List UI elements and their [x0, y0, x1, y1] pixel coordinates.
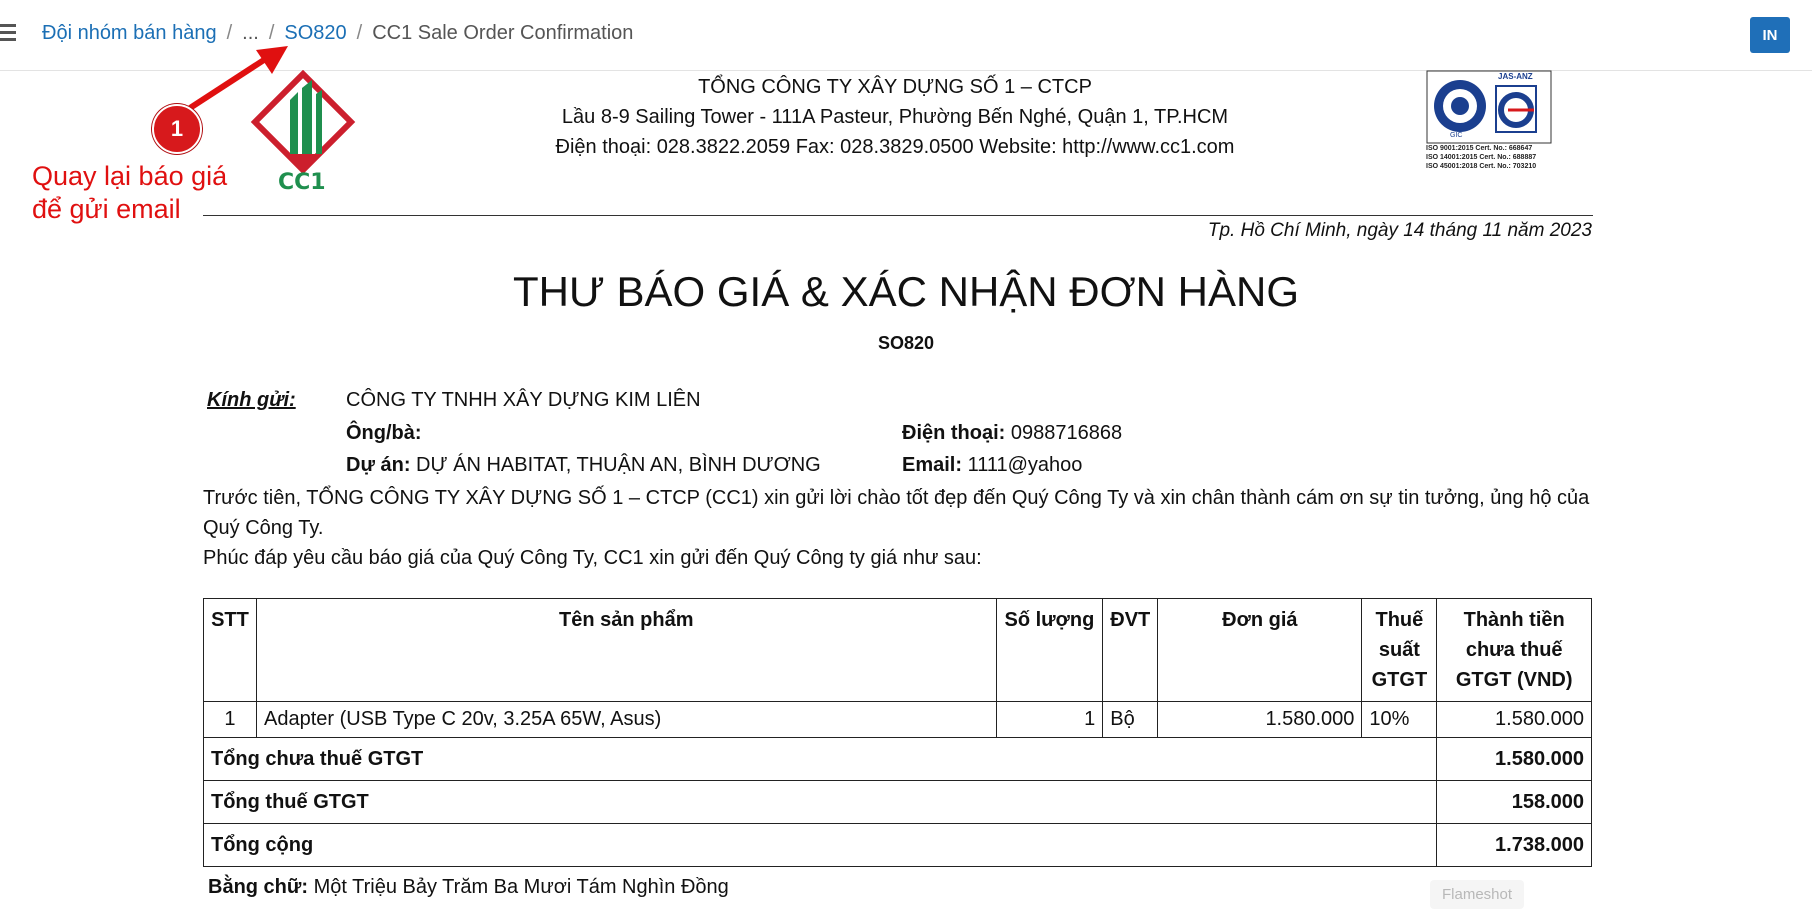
annotation-note: Quay lại báo giá để gửi email [32, 160, 227, 226]
iso-cert-line: ISO 14001:2015 Cert. No.: 688887 [1426, 154, 1537, 161]
cell-quantity: 1 [995, 701, 1104, 738]
phone-label: Điện thoại: [902, 422, 1006, 444]
project-value: DỰ ÁN HABITAT, THUẬN AN, BÌNH DƯƠNG [416, 454, 821, 476]
email-label: Email: [902, 454, 963, 476]
column-header-stt: STT [203, 598, 257, 702]
cell-stt: 1 [203, 701, 257, 738]
subtotal-row: Tổng chưa thuế GTGT 1.580.000 [202, 737, 1592, 781]
iso-cert-list: ISO 9001:2015 Cert. No.: 668647 ISO 1400… [1426, 144, 1536, 171]
cell-unit-price: 1.580.000 [1157, 701, 1363, 738]
email: Email: 1111@yahoo [902, 454, 1082, 477]
iso-cert-line: ISO 9001:2015 Cert. No.: 668647 [1426, 145, 1533, 152]
phone-value: 0988716868 [1010, 422, 1123, 444]
amount-in-words-label: Bằng chữ: [208, 876, 309, 898]
cell-amount: 1.580.000 [1436, 701, 1592, 738]
contact-person-label: Ông/bà: [346, 422, 422, 444]
grand-total-value: 1.738.000 [1436, 823, 1592, 867]
vat-total-row: Tổng thuế GTGT 158.000 [202, 780, 1592, 824]
project-label: Dự án: [346, 454, 411, 476]
column-header-unit-price: Đơn giá [1157, 598, 1363, 702]
project: Dự án: DỰ ÁN HABITAT, THUẬN AN, BÌNH DƯƠ… [346, 454, 821, 477]
company-contact: Điện thoại: 028.3822.2059 Fax: 028.3829.… [555, 136, 1235, 158]
subtotal-label: Tổng chưa thuế GTGT [202, 737, 1438, 781]
cell-product: Adapter (USB Type C 20v, 3.25A 65W, Asus… [255, 701, 997, 738]
breadcrumb-current: CC1 Sale Order Confirmation [372, 22, 634, 44]
phone: Điện thoại: 0988716868 [902, 422, 1122, 445]
column-header-vat-rate: Thuế suất GTGT [1361, 598, 1438, 702]
header-divider [203, 215, 1593, 216]
document-code: SO820 [877, 333, 935, 353]
company-logo: CC1 [250, 69, 356, 207]
contact-person: Ông/bà: [346, 422, 422, 445]
cell-unit: Bộ [1102, 701, 1159, 738]
vat-total-label: Tổng thuế GTGT [202, 780, 1438, 824]
column-header-amount: Thành tiền chưa thuế GTGT (VND) [1436, 598, 1592, 702]
table-row: 1 Adapter (USB Type C 20v, 3.25A 65W, As… [203, 701, 1592, 738]
iso-brand: GIC [1450, 132, 1463, 139]
logo-text: CC1 [278, 170, 326, 195]
amount-in-words-value: Một Triệu Bảy Trăm Ba Mươi Tám Nghìn Đồn… [313, 876, 729, 898]
company-name: TỔNG CÔNG TY XÂY DỰNG SỐ 1 – CTCP [698, 76, 1092, 98]
iso-cert-line: ISO 45001:2018 Cert. No.: 703210 [1426, 163, 1537, 170]
company-address: Lầu 8-9 Sailing Tower - 111A Pasteur, Ph… [561, 106, 1229, 128]
annotation-line: để gửi email [32, 194, 181, 224]
column-header-product: Tên sản phẩm [255, 598, 997, 702]
vat-total-value: 158.000 [1436, 780, 1592, 824]
cell-vat-rate: 10% [1361, 701, 1438, 738]
column-header-quantity: Số lượng [995, 598, 1104, 702]
subtotal-value: 1.580.000 [1436, 737, 1592, 781]
document-title: THƯ BÁO GIÁ & XÁC NHẬN ĐƠN HÀNG [513, 268, 1299, 315]
iso-certificate-badge: JAS-ANZ GIC ISO 9001:2015 Cert. No.: 668… [1426, 70, 1552, 170]
recipient-label: Kính gửi: [207, 389, 296, 411]
email-value: 1111@yahoo [967, 454, 1083, 476]
recipient-company: CÔNG TY TNHH XÂY DỰNG KIM LIÊN [346, 389, 701, 411]
breadcrumb-separator: / [356, 22, 363, 44]
menu-icon[interactable] [0, 24, 18, 44]
amount-in-words: Bằng chữ: Một Triệu Bảy Trăm Ba Mươi Tám… [208, 876, 729, 899]
grand-total-label: Tổng cộng [202, 823, 1438, 867]
table-header-row: STT Tên sản phẩm Số lượng ĐVT Đơn giá Th… [203, 598, 1592, 702]
grand-total-row: Tổng cộng 1.738.000 [202, 823, 1592, 867]
column-header-unit: ĐVT [1102, 598, 1159, 702]
company-header: TỔNG CÔNG TY XÂY DỰNG SỐ 1 – CTCP Lầu 8-… [460, 72, 1330, 162]
quotation-table: STT Tên sản phẩm Số lượng ĐVT Đơn giá Th… [202, 598, 1592, 867]
flameshot-overlay: Flameshot [1430, 880, 1525, 909]
annotation-line: Quay lại báo giá [32, 161, 228, 191]
breadcrumb: Đội nhóm bán hàng / ... / SO820 / CC1 Sa… [42, 22, 633, 45]
iso-accreditation: JAS-ANZ [1498, 72, 1533, 81]
print-button[interactable]: IN [1750, 17, 1790, 53]
intro-paragraph: Trước tiên, TỔNG CÔNG TY XÂY DỰNG SỐ 1 –… [203, 487, 1590, 539]
annotation-step-badge: 1 [152, 104, 202, 154]
document-date: Tp. Hồ Chí Minh, ngày 14 tháng 11 năm 20… [1207, 220, 1592, 241]
reply-paragraph: Phúc đáp yêu cầu báo giá của Quý Công Ty… [203, 547, 982, 569]
